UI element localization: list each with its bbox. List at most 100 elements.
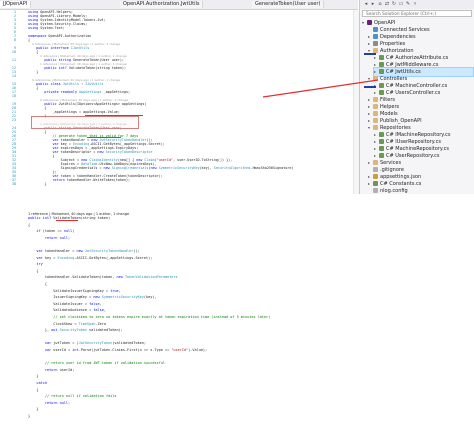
code-line: var userId = int.Parse(jwtToken.Claims.F… (28, 348, 207, 353)
line-number: 10 (11, 50, 16, 54)
code-token: Encoding (57, 255, 75, 260)
code-token: return (28, 367, 60, 372)
code-token: catch (28, 381, 47, 385)
code-token: tokenHandler.WriteToken(token); (66, 178, 131, 182)
tree-item[interactable]: nlog.config (368, 187, 473, 195)
cs-file-icon (379, 138, 384, 144)
cs-file-icon (379, 131, 384, 137)
tab-class-navigator[interactable]: OpenAPI.Authorization.JwtUtils (120, 1, 204, 8)
code-line: if (token == null) (28, 229, 74, 234)
forward-icon[interactable]: ▸ (370, 1, 376, 7)
code-token: var (28, 341, 54, 346)
code-token: public int? (28, 216, 54, 220)
code-line: { (28, 50, 38, 54)
code-line: } (28, 374, 39, 379)
refresh-icon[interactable]: ↻ (391, 1, 397, 7)
code-line: try (28, 262, 42, 267)
code-line: { (28, 223, 30, 228)
code-token: using (28, 26, 41, 30)
cs-file-icon (379, 89, 384, 95)
code-token: , (103, 308, 106, 313)
editor-tab-bar: JJOpenAPI OpenAPI.Authorization.JwtUtils… (0, 0, 358, 10)
code-token: .ASCII.GetBytes(_appSettings.Secret); (74, 255, 153, 260)
code-line: var tokenHandler = new JwtSecurityTokenH… (28, 249, 139, 254)
code-token: { (28, 387, 39, 392)
collapse-icon[interactable]: ▭ (398, 1, 404, 7)
properties-icon[interactable]: ✎ (405, 1, 411, 7)
code-token: ) (72, 229, 75, 234)
sync-icon[interactable]: ⇄ (384, 1, 390, 7)
code-editor[interactable]: JJOpenAPI OpenAPI.Authorization.JwtUtils… (0, 0, 359, 194)
code-token: ValidateToken(string token); (68, 66, 126, 70)
code-token: OpenAPI.Authorization (48, 34, 92, 38)
filter-icon[interactable]: ▿ (412, 1, 418, 7)
code-token: private readonly (28, 90, 80, 94)
code-token: , user.UserID.ToString()) }), (173, 158, 233, 162)
cs-file-icon (379, 61, 384, 67)
code-token: ).Value); (188, 348, 208, 352)
code-token: JwtUtils(IOptions<AppSettings> appSettin… (58, 102, 147, 106)
code-token: } (28, 182, 47, 186)
line-number: 11 (11, 58, 16, 62)
red-underline-ioptions (85, 115, 143, 116)
line-number: 38 (11, 182, 16, 186)
code-token: var (28, 249, 45, 253)
code-area[interactable]: using OpenAPI.Helpers; using OpenAPI.Libr… (24, 10, 352, 194)
code-token: tokenHandler.ValidateToken(token, (28, 275, 117, 280)
code-line: var key = Encoding.ASCII.GetBytes(_appSe… (28, 256, 152, 261)
code-line: } (28, 182, 46, 186)
code-line: // return user id from JWT token if vali… (28, 361, 165, 366)
code-token: } (28, 374, 39, 379)
code-line: ValidateAudience = false, (28, 308, 106, 313)
code-line: { (28, 38, 30, 42)
folder-icon (373, 75, 378, 81)
solution-explorer-toolbar: ◂ ▸ ⌂ ⇄ ↻ ▭ ✎ ▿ (360, 0, 474, 9)
code-token: ClockSkew = (28, 321, 79, 326)
tab-member-navigator[interactable]: GenerateToken(User user) (252, 1, 325, 8)
line-number: 18 (11, 94, 16, 98)
tree-item-label: nlog.config (380, 188, 408, 194)
code-token: false (93, 308, 104, 313)
code-line: ValidateIssuer = false, (28, 301, 102, 307)
code-token: new (103, 166, 112, 170)
cs-file-icon (379, 145, 384, 151)
cs-file-icon (379, 82, 384, 88)
code-line: return userId; (28, 367, 75, 373)
code-token: , (99, 301, 102, 306)
code-token: JwtSecurityToken (78, 341, 113, 346)
code-line: using System.Text; (28, 26, 65, 30)
tab-project[interactable]: JJOpenAPI (0, 1, 32, 8)
folder-icon (373, 124, 378, 130)
code-line: public class JwtUtils : IJwtUtils (28, 82, 103, 86)
code-token: IssuerSigningKey = (28, 295, 94, 300)
code-line: } (28, 70, 38, 74)
code-token: SymmetricSecurityKey (101, 295, 144, 300)
folder-icon (373, 103, 378, 109)
home-icon[interactable]: ⌂ (377, 1, 383, 7)
code-token: var (28, 255, 45, 260)
code-token: AppSettings (79, 90, 104, 94)
validate-token-snippet: 1 reference | Mohamed, 40 days ago | 1 a… (28, 212, 358, 432)
code-line: ValidateIssuerSigningKey = true, (28, 289, 120, 294)
folder-icon (373, 110, 378, 116)
code-token: ValidateAudience = (28, 308, 94, 313)
code-token: System.Text; (40, 26, 65, 30)
code-token: IJwtUtils (70, 46, 90, 50)
code-token: .Zero (95, 321, 106, 326)
code-line: return null; (28, 236, 70, 241)
code-token: { (28, 38, 31, 42)
code-token: if (28, 229, 43, 234)
code-token: jwtToken = ( (53, 341, 79, 346)
solution-search-input[interactable]: Search Solution Explorer (Ctrl+;) (362, 10, 472, 17)
code-token: TokenValidationParameters (124, 275, 178, 280)
code-token: } (28, 70, 39, 74)
code-token: // set clockskew to zero so tokens expir… (28, 315, 271, 319)
reference-icon (373, 33, 378, 39)
code-line: } (28, 414, 30, 419)
json-file-icon (373, 173, 378, 179)
back-icon[interactable]: ◂ (363, 1, 369, 7)
code-line: public int? ValidateToken(string token); (28, 66, 126, 70)
code-token: // return user id from JWT token if vali… (28, 361, 165, 366)
cs-file-icon (373, 180, 378, 186)
code-token: new (150, 166, 159, 170)
